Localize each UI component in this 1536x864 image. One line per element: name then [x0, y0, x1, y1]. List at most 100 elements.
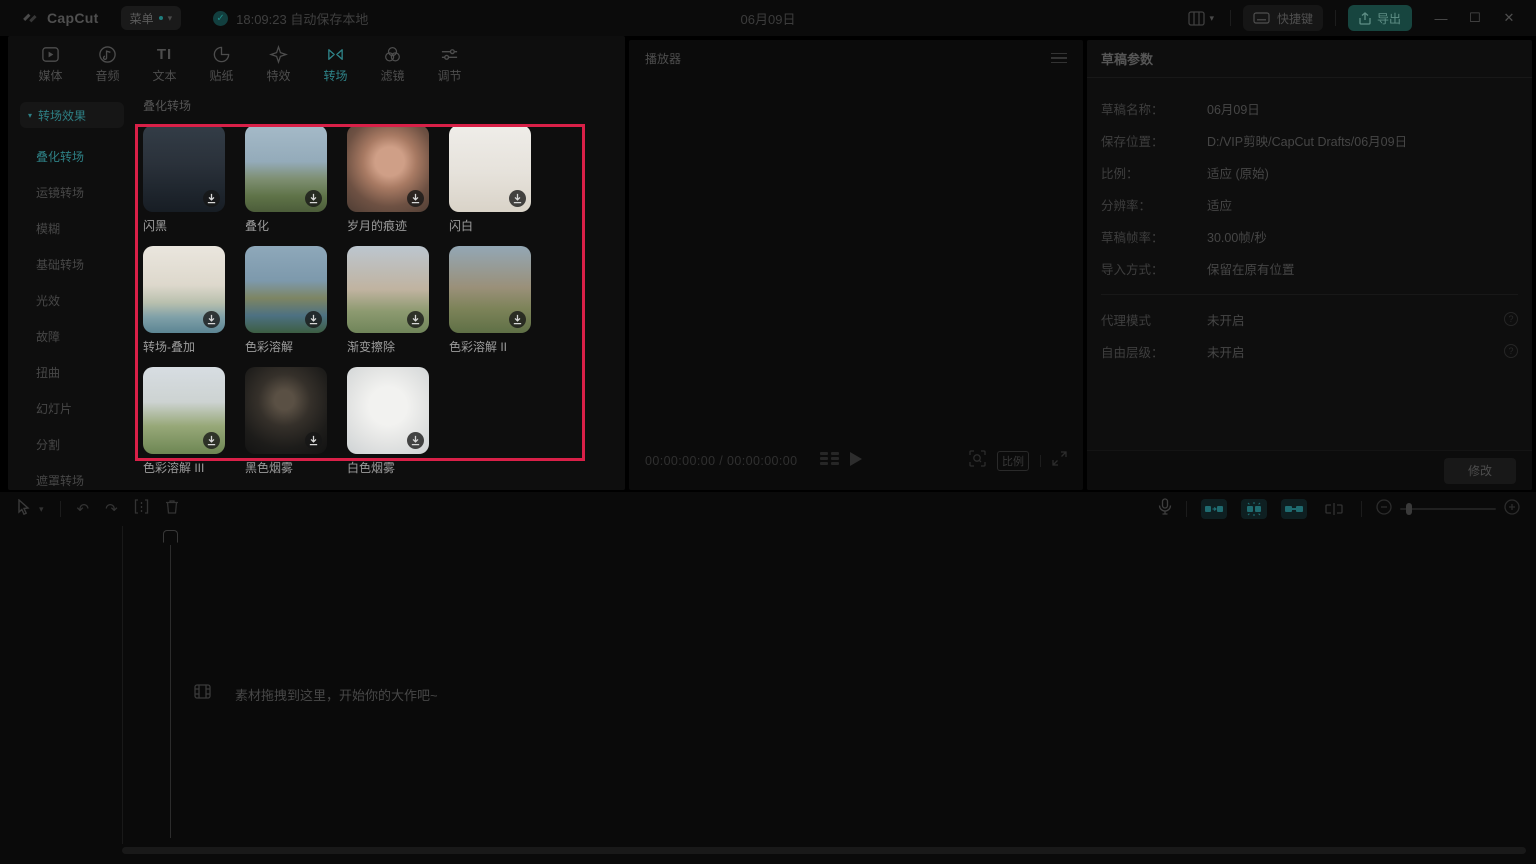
transition-thumbnail[interactable]	[143, 367, 225, 454]
tab-label: 贴纸	[209, 67, 233, 84]
autosave-status: ✓ 18:09:23 自动保存本地	[213, 9, 368, 28]
horizontal-scrollbar[interactable]	[122, 847, 1526, 854]
fit-preview-icon[interactable]	[969, 450, 986, 472]
download-icon[interactable]	[509, 311, 526, 328]
transition-thumbnail[interactable]	[449, 125, 531, 212]
auto-snap-toggle[interactable]	[1241, 499, 1267, 519]
download-icon[interactable]	[407, 190, 424, 207]
record-voiceover-button[interactable]	[1158, 498, 1172, 520]
category-item[interactable]: 叠化转场	[8, 138, 133, 174]
maximize-button[interactable]: ☐	[1462, 5, 1488, 31]
transition-item[interactable]: 岁月的痕迹	[347, 125, 429, 234]
category-item[interactable]: 扭曲	[8, 354, 133, 390]
download-icon[interactable]	[203, 311, 220, 328]
transition-name: 黑色烟雾	[245, 459, 327, 476]
tab-adjust[interactable]: 调节	[421, 36, 478, 86]
category-item[interactable]: 光效	[8, 282, 133, 318]
zoom-out-icon[interactable]	[1376, 499, 1392, 520]
preview-axis-toggle[interactable]	[1321, 499, 1347, 519]
timeline-zoom-slider[interactable]	[1400, 508, 1496, 510]
transition-thumbnail[interactable]	[245, 246, 327, 333]
layout-switch-button[interactable]: ▾	[1184, 7, 1218, 30]
transition-thumbnail[interactable]	[245, 367, 327, 454]
help-icon[interactable]: ?	[1504, 344, 1518, 358]
modify-button[interactable]: 修改	[1444, 458, 1516, 484]
shortcuts-button[interactable]: 快捷键	[1243, 5, 1323, 31]
transition-thumbnail[interactable]	[347, 125, 429, 212]
download-icon[interactable]	[203, 190, 220, 207]
transition-item[interactable]: 渐变擦除	[347, 246, 429, 355]
transition-name: 闪黑	[143, 217, 225, 234]
export-button[interactable]: 导出	[1348, 5, 1412, 31]
player-menu-icon[interactable]	[1051, 53, 1067, 64]
transition-thumbnail[interactable]	[347, 246, 429, 333]
download-icon[interactable]	[305, 190, 322, 207]
transition-thumbnail[interactable]	[449, 246, 531, 333]
transition-thumbnail[interactable]	[143, 125, 225, 212]
tab-label: 音频	[95, 67, 119, 84]
transition-item[interactable]: 转场-叠加	[143, 246, 225, 355]
undo-button[interactable]: ↶	[77, 500, 90, 518]
transition-thumbnail[interactable]	[143, 246, 225, 333]
zoom-slider-handle[interactable]	[1406, 503, 1412, 515]
delete-button[interactable]	[165, 499, 179, 519]
ratio-button[interactable]: 比例	[997, 451, 1029, 471]
help-icon[interactable]: ?	[1504, 312, 1518, 326]
tab-label: 文本	[152, 67, 176, 84]
tab-text[interactable]: TI文本	[136, 36, 193, 86]
play-button[interactable]	[849, 451, 863, 472]
preview-quality-icon[interactable]	[820, 452, 840, 471]
toggle-label: 代理模式	[1101, 310, 1207, 329]
transition-thumbnail[interactable]	[347, 367, 429, 454]
category-item[interactable]: 分割	[8, 426, 133, 462]
param-value: 适应 (原始)	[1207, 163, 1269, 182]
transition-item[interactable]: 色彩溶解 III	[143, 367, 225, 476]
close-button[interactable]: ✕	[1496, 5, 1522, 31]
minimize-button[interactable]: —	[1428, 5, 1454, 31]
param-value: 保留在原有位置	[1207, 259, 1295, 278]
fullscreen-icon[interactable]	[1052, 451, 1067, 471]
chevron-down-icon[interactable]: ▾	[39, 504, 44, 515]
linkage-toggle[interactable]	[1281, 499, 1307, 519]
tab-effects[interactable]: 特效	[250, 36, 307, 86]
audio-icon	[98, 44, 117, 64]
divider	[1335, 10, 1336, 26]
main-track-magnet-toggle[interactable]	[1201, 499, 1227, 519]
transition-item[interactable]: 黑色烟雾	[245, 367, 327, 476]
category-item[interactable]: 遮罩转场	[8, 462, 133, 490]
param-label: 保存位置：	[1101, 131, 1207, 150]
sidebar-root-transition-effects[interactable]: ▾ 转场效果	[20, 102, 124, 128]
category-item[interactable]: 故障	[8, 318, 133, 354]
menu-button[interactable]: 菜单 ▾	[121, 6, 182, 30]
transition-item[interactable]: 色彩溶解	[245, 246, 327, 355]
redo-button[interactable]: ↷	[105, 500, 118, 518]
download-icon[interactable]	[203, 432, 220, 449]
transition-item[interactable]: 闪黑	[143, 125, 225, 234]
transition-item[interactable]: 闪白	[449, 125, 531, 234]
transition-item[interactable]: 叠化	[245, 125, 327, 234]
timecode: 00:00:00:00 / 00:00:00:00	[645, 454, 798, 468]
download-icon[interactable]	[407, 311, 424, 328]
download-icon[interactable]	[305, 311, 322, 328]
category-item[interactable]: 幻灯片	[8, 390, 133, 426]
divider	[1040, 455, 1041, 467]
player-panel: 播放器 00:00:00:00 / 00:00:00:00 比例	[629, 40, 1083, 490]
tab-filter[interactable]: 滤镜	[364, 36, 421, 86]
category-item[interactable]: 模糊	[8, 210, 133, 246]
tab-sticker[interactable]: 贴纸	[193, 36, 250, 86]
download-icon[interactable]	[305, 432, 322, 449]
category-item[interactable]: 基础转场	[8, 246, 133, 282]
tab-transition[interactable]: 转场	[307, 36, 364, 86]
transition-item[interactable]: 色彩溶解 II	[449, 246, 531, 355]
tab-media[interactable]: 媒体	[22, 36, 79, 86]
tab-audio[interactable]: 音频	[79, 36, 136, 86]
section-title: 叠化转场	[143, 97, 625, 114]
transition-item[interactable]: 白色烟雾	[347, 367, 429, 476]
download-icon[interactable]	[509, 190, 526, 207]
select-tool-button[interactable]	[16, 499, 31, 520]
category-item[interactable]: 运镜转场	[8, 174, 133, 210]
transition-thumbnail[interactable]	[245, 125, 327, 212]
split-button[interactable]	[134, 499, 149, 519]
zoom-in-icon[interactable]	[1504, 499, 1520, 520]
download-icon[interactable]	[407, 432, 424, 449]
